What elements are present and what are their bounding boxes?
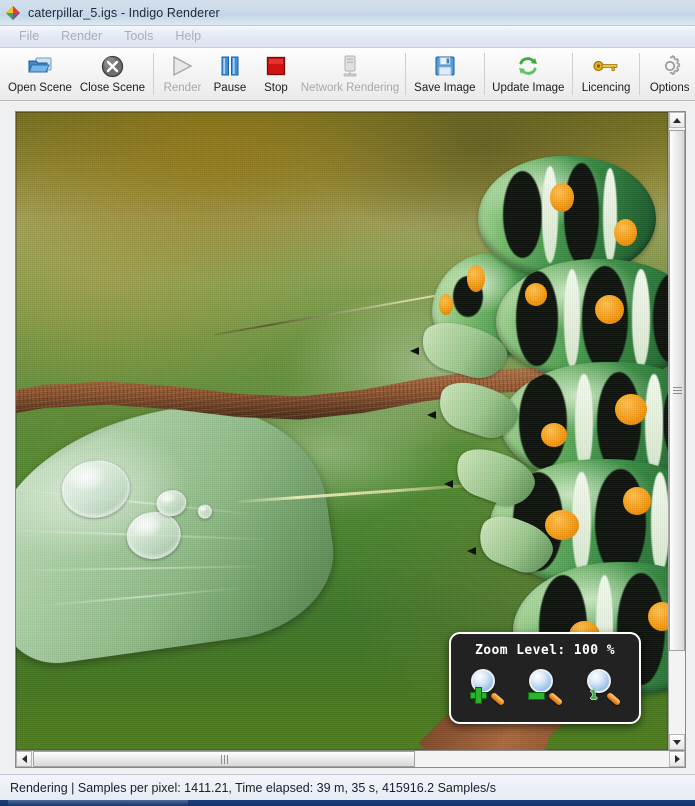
pause-button[interactable]: Pause [207,48,253,100]
magnifier-handle [605,691,622,707]
main-toolbar: Open Scene Close Scene Render Pause Stop… [0,48,695,101]
toolbar-separator [152,53,154,95]
scroll-down-button[interactable] [669,734,685,750]
zoom-in-button[interactable] [469,669,506,707]
menu-item-tools[interactable]: Tools [113,28,164,45]
toolbar-separator [483,53,485,95]
title-bar: caterpillar_5.igs - Indigo Renderer [0,0,695,26]
plus-badge-icon [469,686,487,704]
zoom-actual-size-button[interactable]: 1 [585,669,622,707]
horizontal-scroll-track[interactable] [32,751,669,767]
indigo-renderer-window: caterpillar_5.igs - Indigo Renderer File… [0,0,695,800]
scroll-left-button[interactable] [16,751,32,767]
network-rendering-label: Network Rendering [300,82,400,94]
key-icon [592,53,620,79]
status-text: Rendering | Samples per pixel: 1411.21, … [10,780,496,795]
scroll-right-button[interactable] [669,751,685,767]
close-scene-button[interactable]: Close Scene [76,48,149,100]
triangle-right-icon [674,755,680,763]
toolbar-separator [639,53,641,95]
taskbar-buttons[interactable] [8,800,188,806]
vertical-scroll-thumb[interactable] [669,130,685,652]
rendered-image: Zoom Level: 100 % 1 [16,112,668,750]
horizontal-scroll-thumb[interactable] [33,751,416,767]
pause-label: Pause [213,82,247,94]
zoom-level-label: Zoom Level: 100 % [475,643,615,658]
render-canvas-frame: Zoom Level: 100 % 1 [15,111,686,751]
caterpillar-segment [478,156,657,278]
scroll-grip-icon [220,754,228,764]
options-button[interactable]: Options [644,48,695,100]
status-bar: Rendering | Samples per pixel: 1411.21, … [0,774,695,800]
toolbar-separator [571,53,573,95]
open-scene-label: Open Scene [7,82,72,94]
minus-badge-icon [527,686,545,703]
network-rendering-button[interactable]: Network Rendering [299,48,401,100]
open-scene-button[interactable]: Open Scene [4,48,76,100]
toolbar-separator [405,53,406,95]
gear-icon [656,53,684,79]
scroll-up-button[interactable] [669,112,685,128]
magnifier-handle [547,691,564,707]
os-taskbar[interactable] [0,800,695,806]
triangle-down-icon [673,739,681,745]
triangle-left-icon [21,755,27,763]
save-image-label: Save Image [414,82,476,94]
vertical-scrollbar[interactable] [668,112,685,750]
save-image-button[interactable]: Save Image [410,48,480,100]
pause-bars-icon [216,53,244,79]
menu-item-file[interactable]: File [8,28,50,45]
indigo-diamond-icon [5,5,21,21]
update-image-button[interactable]: Update Image [489,48,568,100]
zoom-out-button[interactable] [527,669,564,707]
render-button[interactable]: Render [158,48,207,100]
close-scene-label: Close Scene [79,82,146,94]
horizontal-scrollbar[interactable] [15,751,686,768]
server-tower-icon [336,53,364,79]
options-label: Options [649,82,690,94]
menu-item-render[interactable]: Render [50,28,113,45]
stop-button[interactable]: Stop [253,48,299,100]
magnifier-handle [489,691,506,707]
render-image-viewport[interactable]: Zoom Level: 100 % 1 [16,112,668,750]
floppy-disk-icon [431,53,459,79]
play-triangle-icon [168,53,196,79]
folder-open-icon [26,53,54,79]
render-area: Zoom Level: 100 % 1 [0,101,695,774]
licencing-label: Licencing [581,82,631,94]
window-title: caterpillar_5.igs - Indigo Renderer [28,5,220,20]
licencing-button[interactable]: Licencing [577,48,635,100]
triangle-up-icon [673,117,681,123]
render-label: Render [163,82,202,94]
menu-bar: File Render Tools Help [0,26,695,48]
stop-square-icon [262,53,290,79]
zoom-button-group: 1 [469,669,622,707]
zoom-level-panel: Zoom Level: 100 % 1 [449,632,641,724]
close-circle-icon [98,53,126,79]
menu-item-help[interactable]: Help [164,28,212,45]
scroll-grip-icon [672,387,682,395]
update-image-label: Update Image [492,82,565,94]
one-badge-icon: 1 [589,687,598,702]
vertical-scroll-track[interactable] [669,128,685,734]
stop-label: Stop [264,82,288,94]
refresh-arrows-icon [514,53,542,79]
